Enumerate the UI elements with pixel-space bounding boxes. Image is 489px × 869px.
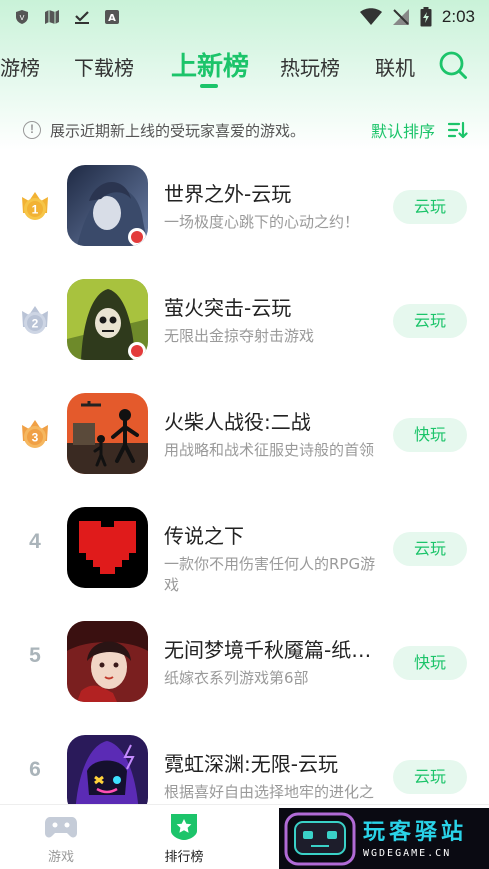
game-row[interactable]: 1 世界之外-云玩 一场极度心跳下的心动之约！ 云玩 [0, 146, 489, 260]
info-icon: ! [23, 121, 41, 139]
wifi-icon [359, 8, 382, 25]
watermark-title: 玩客驿站 [363, 820, 468, 845]
search-icon[interactable] [438, 50, 468, 80]
app-icon[interactable] [67, 507, 148, 588]
download-done-icon [75, 11, 89, 24]
cloud-play-button[interactable]: 云玩 [393, 304, 467, 338]
gamepad-icon [45, 817, 77, 838]
nav-label: 游戏 [47, 850, 74, 865]
cloud-play-button[interactable]: 云玩 [393, 190, 467, 224]
gold-medal-icon: 1 [22, 192, 48, 220]
info-text: 展示近期新上线的受玩家喜爱的游戏。 [50, 122, 306, 140]
svg-text:A: A [108, 13, 116, 24]
site-watermark: 玩客驿站 WGDEGAME.CN [279, 808, 489, 869]
ranking-tabs: 游榜 下载榜 上新榜 热玩榜 联机 [0, 44, 489, 94]
nav-label: 排行榜 [164, 850, 204, 865]
app-icon[interactable] [67, 393, 148, 474]
map-icon [45, 10, 59, 24]
signal-off-icon [392, 9, 409, 25]
game-name: 无间梦境千秋魇篇-纸嫁衣 [164, 638, 386, 662]
battery-charging-icon [420, 7, 432, 27]
game-name: 霓虹深渊:无限-云玩 [164, 752, 338, 776]
sort-button[interactable]: 默认排序 [371, 118, 435, 142]
status-bar: V A 2:03 [0, 0, 489, 34]
cloud-play-button[interactable]: 云玩 [393, 760, 467, 794]
svg-text:V: V [20, 14, 25, 22]
game-row[interactable]: 3 火柴人战役:二战 用战略和战术征服史诗般的首领 快玩 [0, 374, 489, 488]
ranking-icon [171, 814, 197, 840]
nav-games[interactable]: 游戏 [21, 811, 101, 865]
rank-number: 4 [29, 530, 41, 553]
game-name: 传说之下 [164, 524, 244, 548]
quick-play-button[interactable]: 快玩 [393, 646, 467, 680]
tab-hot-rank[interactable]: 热玩榜 [280, 52, 340, 81]
robot-logo-icon [284, 812, 356, 866]
shield-icon: V [16, 10, 28, 24]
tab-games-rank[interactable]: 游榜 [0, 52, 40, 81]
game-list: 1 世界之外-云玩 一场极度心跳下的心动之约！ 云玩 2 萤火突击-云玩 无限出… [0, 146, 489, 830]
rank-number: 2 [32, 317, 39, 331]
rank-number: 5 [29, 644, 41, 667]
sort-icon[interactable] [448, 121, 468, 139]
silver-medal-icon: 2 [22, 306, 48, 334]
cloud-play-button[interactable]: 云玩 [393, 532, 467, 566]
rank-number: 6 [29, 758, 41, 781]
info-row: ! 展示近期新上线的受玩家喜爱的游戏。 默认排序 [0, 116, 489, 144]
quick-play-button[interactable]: 快玩 [393, 418, 467, 452]
game-name: 世界之外-云玩 [164, 182, 292, 206]
game-description: 一场极度心跳下的心动之约！ [164, 213, 360, 231]
active-tab-indicator [200, 84, 218, 88]
bronze-medal-icon: 3 [22, 420, 48, 448]
app-icon[interactable] [67, 621, 148, 702]
game-row[interactable]: 5 无间梦境千秋魇篇-纸嫁衣 纸嫁衣系列游戏第6部 快玩 [0, 602, 489, 716]
clock: 2:03 [441, 7, 475, 26]
game-description: 一款你不用伤害任何人的RPG游戏 [164, 555, 376, 594]
game-description: 无限出金掠夺射击游戏 [164, 327, 315, 345]
font-a-icon: A [105, 10, 119, 24]
nav-ranking[interactable]: 排行榜 [144, 811, 224, 865]
tab-new-rank[interactable]: 上新榜 [171, 46, 249, 83]
game-name: 萤火突击-云玩 [164, 296, 292, 320]
watermark-subtitle: WGDEGAME.CN [363, 848, 452, 859]
game-description: 纸嫁衣系列游戏第6部 [164, 669, 309, 687]
rank-number: 1 [32, 203, 39, 217]
rank-number: 3 [32, 431, 39, 445]
game-description: 用战略和战术征服史诗般的首领 [164, 441, 375, 459]
app-icon[interactable] [67, 279, 148, 360]
app-icon[interactable] [67, 165, 148, 246]
game-name: 火柴人战役:二战 [164, 410, 311, 434]
game-row[interactable]: 2 萤火突击-云玩 无限出金掠夺射击游戏 云玩 [0, 260, 489, 374]
game-row[interactable]: 4 传说之下 一款你不用伤害任何人的RPG游戏 云玩 [0, 488, 489, 602]
tab-multiplayer[interactable]: 联机 [375, 52, 415, 81]
tab-download-rank[interactable]: 下载榜 [74, 52, 134, 81]
